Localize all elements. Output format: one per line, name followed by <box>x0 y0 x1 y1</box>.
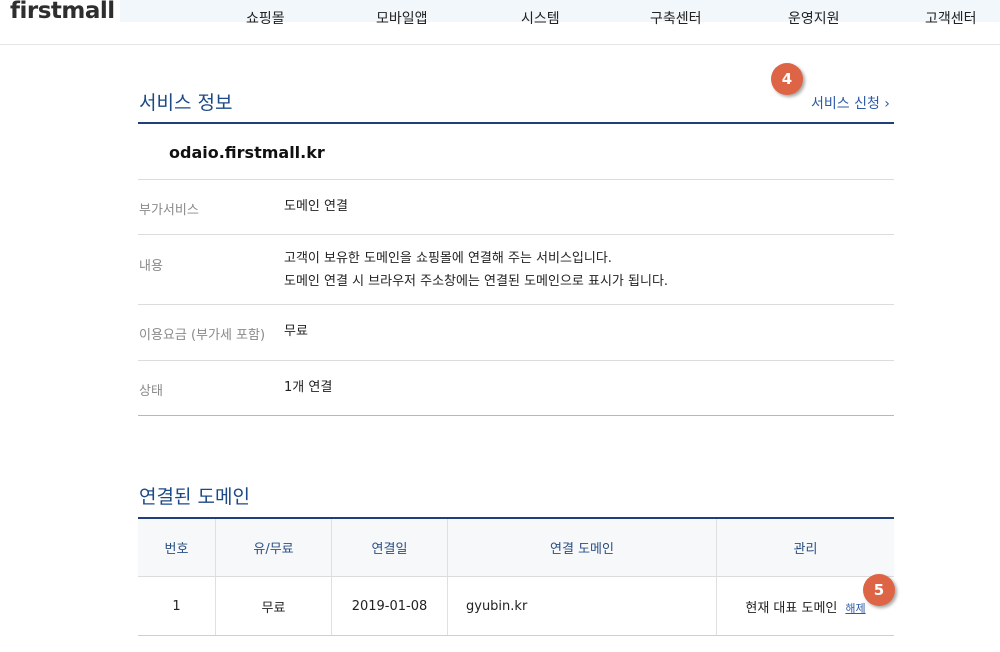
linked-domains-title: 연결된 도메인 <box>139 486 250 508</box>
table-header-row: 번호 유/무료 연결일 연결 도메인 관리 <box>138 519 894 577</box>
nav-item-customer-center[interactable]: 고객센터 <box>925 8 977 28</box>
column-header-domain: 연결 도메인 <box>447 519 717 577</box>
label-addon-service: 부가서비스 <box>139 203 199 218</box>
cell-type: 무료 <box>215 576 332 636</box>
label-status: 상태 <box>139 384 163 399</box>
top-navigation-bar: firstmall 쇼핑몰 모바일앱 시스템 구축센터 운영지원 고객센터 <box>0 0 1000 45</box>
value-addon-service: 도메인 연결 <box>284 199 348 214</box>
cell-date: 2019-01-08 <box>331 576 448 636</box>
nav-item-operation-support[interactable]: 운영지원 <box>788 8 840 28</box>
table-row: 1 무료 2019-01-08 gyubin.kr 현재 대표 도메인 해제 <box>138 576 894 636</box>
logo[interactable]: firstmall <box>10 0 115 24</box>
value-fee: 무료 <box>284 324 308 339</box>
column-header-manage: 관리 <box>716 519 894 577</box>
value-content-line-1: 고객이 보유한 도메인을 쇼핑몰에 연결해 주는 서비스입니다. <box>284 251 612 266</box>
column-header-date: 연결일 <box>331 519 448 577</box>
cell-domain: gyubin.kr <box>447 576 717 636</box>
nav-item-shoppingmall[interactable]: 쇼핑몰 <box>246 8 285 28</box>
service-info-title: 서비스 정보 <box>139 92 233 114</box>
label-content: 내용 <box>139 259 163 274</box>
row-divider <box>138 234 894 235</box>
linked-domains-table: 번호 유/무료 연결일 연결 도메인 관리 1 무료 2019-01-08 gy… <box>138 519 894 636</box>
shop-domain: odaio.firstmall.kr <box>169 143 325 162</box>
cell-number: 1 <box>138 576 216 636</box>
section-divider <box>138 122 894 124</box>
row-divider <box>138 304 894 305</box>
release-link[interactable]: 해제 <box>845 602 865 615</box>
representative-domain-label: 현재 대표 도메인 <box>745 600 838 616</box>
nav-item-build-center[interactable]: 구축센터 <box>650 8 702 28</box>
step-badge-5: 5 <box>863 574 895 606</box>
value-content-line-2: 도메인 연결 시 브라우저 주소창에는 연결된 도메인으로 표시가 됩니다. <box>284 274 669 289</box>
row-divider <box>138 415 894 416</box>
value-status: 1개 연결 <box>284 380 333 395</box>
service-apply-link[interactable]: 서비스 신청 › <box>811 93 890 113</box>
column-header-type: 유/무료 <box>215 519 332 577</box>
step-badge-4: 4 <box>771 63 803 95</box>
row-divider <box>138 179 894 180</box>
row-divider <box>138 360 894 361</box>
nav-item-mobile-app[interactable]: 모바일앱 <box>376 8 428 28</box>
nav-item-system[interactable]: 시스템 <box>521 8 560 28</box>
column-header-number: 번호 <box>138 519 216 577</box>
label-fee: 이용요금 (부가세 포함) <box>139 328 266 343</box>
